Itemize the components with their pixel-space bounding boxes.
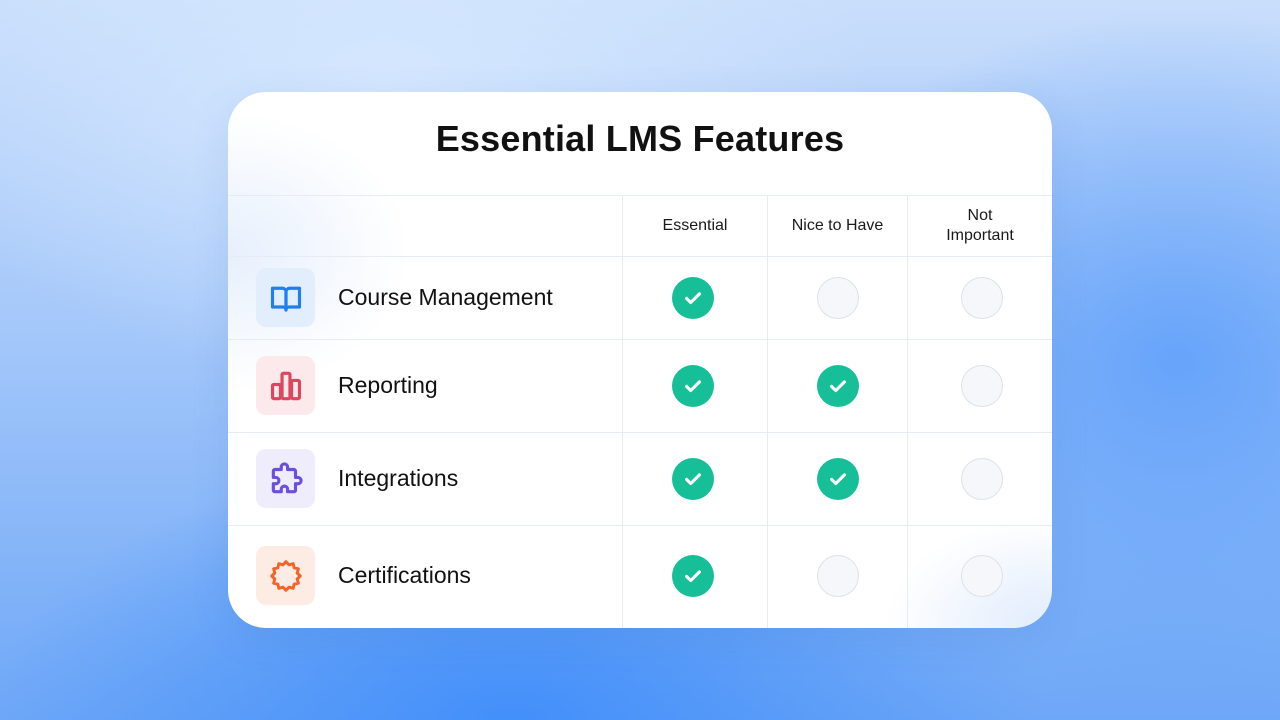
check-icon[interactable]: [672, 554, 714, 597]
check-icon[interactable]: [672, 457, 714, 500]
column-header-essential: Essential: [662, 216, 728, 234]
table-row: Course Management: [228, 256, 1052, 339]
empty-circle-not-important[interactable]: [961, 554, 1003, 597]
column-header-not-important: Not Important: [946, 206, 1014, 244]
empty-circle-not-important[interactable]: [961, 364, 1003, 407]
book-icon: [256, 268, 315, 327]
feature-label: Reporting: [338, 371, 438, 398]
check-icon[interactable]: [817, 457, 859, 500]
badge-icon: [256, 546, 315, 605]
feature-label: Integrations: [338, 464, 459, 491]
empty-circle-not-important[interactable]: [961, 457, 1003, 500]
empty-circle-not-important[interactable]: [961, 276, 1003, 319]
table-row: Integrations: [228, 432, 1052, 525]
column-header-nice-to-have: Nice to Have: [791, 216, 884, 234]
check-icon[interactable]: [672, 364, 714, 407]
feature-label: Course Management: [338, 283, 553, 310]
table-row: Certifications: [228, 525, 1052, 628]
bar-chart-icon: [256, 356, 315, 415]
check-icon[interactable]: [672, 276, 714, 319]
feature-table: Essential Nice to Have Not Important Cou…: [228, 195, 1052, 628]
empty-circle-nice-to-have[interactable]: [817, 276, 859, 319]
check-icon[interactable]: [817, 364, 859, 407]
feature-label: Certifications: [338, 561, 471, 588]
table-row: Reporting: [228, 339, 1052, 432]
card-title: Essential LMS Features: [435, 118, 845, 159]
feature-card: Essential LMS Features Essential Nice to…: [228, 92, 1052, 628]
puzzle-icon: [256, 449, 315, 508]
empty-circle-nice-to-have[interactable]: [817, 554, 859, 597]
